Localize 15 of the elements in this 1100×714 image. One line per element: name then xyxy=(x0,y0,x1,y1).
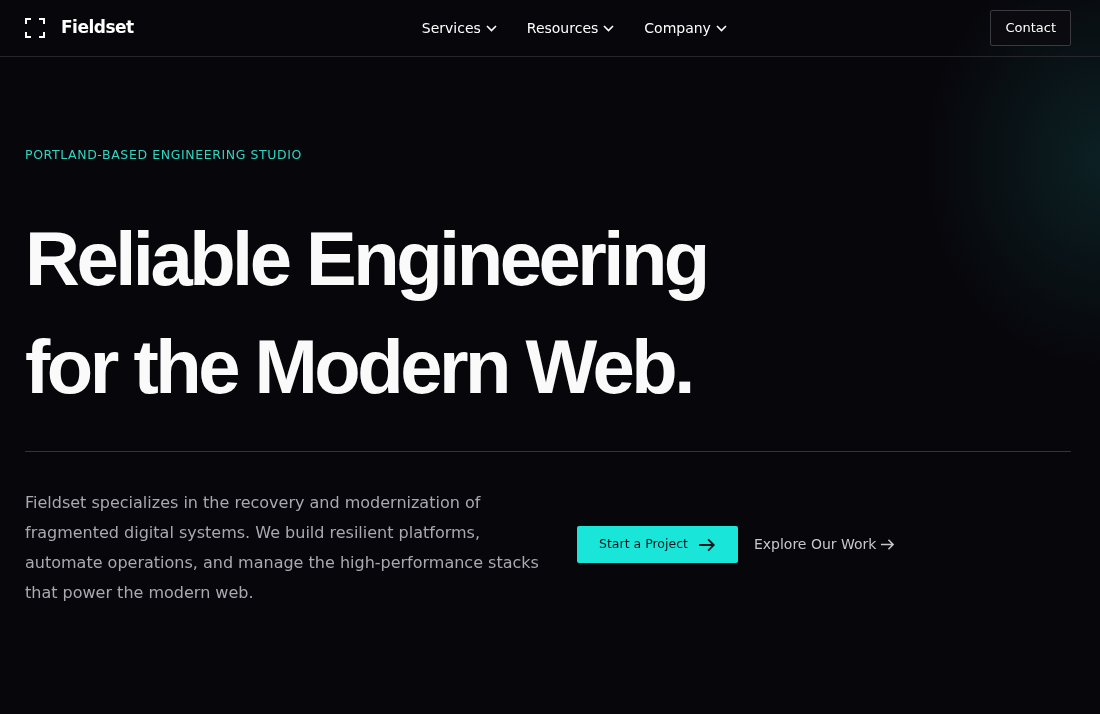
contact-button[interactable]: Contact xyxy=(990,10,1071,46)
nav-menu-item[interactable]: Resources xyxy=(526,17,615,39)
brand-name[interactable]: Fieldset xyxy=(61,15,134,41)
explore-work-link[interactable]: Explore Our Work xyxy=(753,534,896,556)
description-text: Fieldset specializes in the recovery and modernization of fragmented digital systems. We build resilient platforms, automate operations, and manage the high-performance stacks that power the modern web. xyxy=(25,491,540,604)
chevron-down-icon xyxy=(485,24,497,32)
chevron-down-icon xyxy=(715,24,727,32)
logo-icon xyxy=(25,18,45,38)
eyebrow-text: PORTLAND-BASED ENGINEERING STUDIO xyxy=(25,146,303,164)
headline-text: Reliable Engineering xyxy=(25,214,708,303)
chevron-down-icon xyxy=(603,24,615,32)
nav-menu-item[interactable]: Services xyxy=(421,17,497,39)
headline-text: for the Modern Web. xyxy=(25,322,693,411)
start-project-button[interactable]: Start a Project xyxy=(577,526,738,564)
nav-menu-item[interactable]: Company xyxy=(644,17,727,39)
